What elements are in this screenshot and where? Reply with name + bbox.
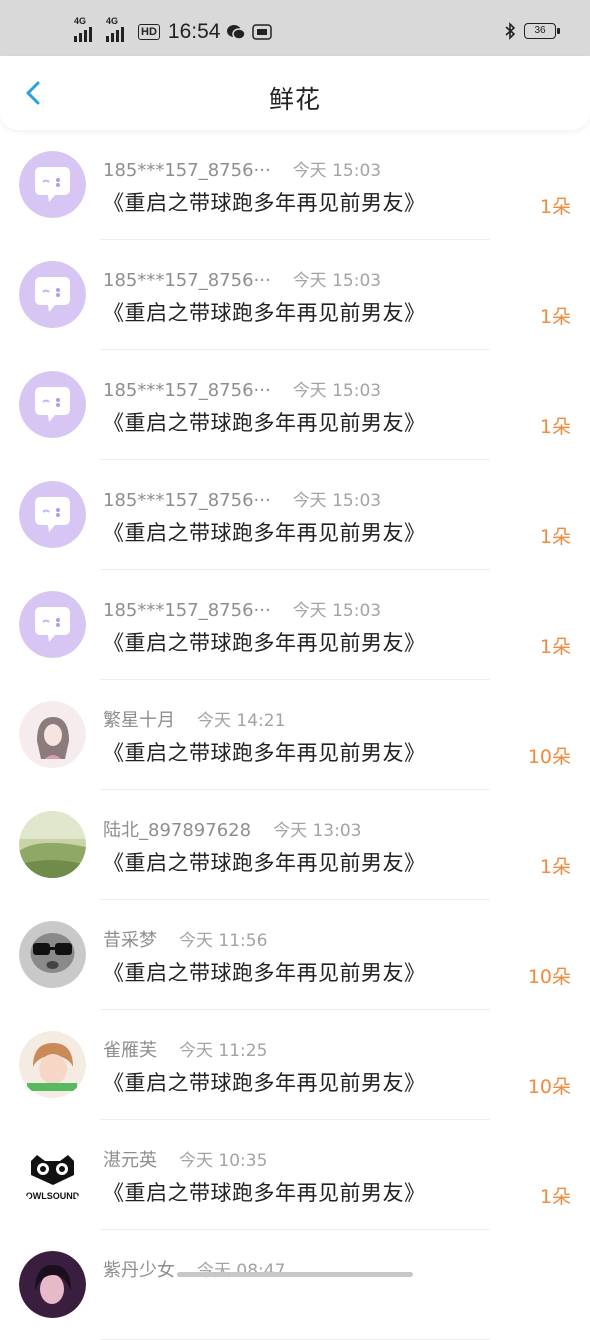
username[interactable]: 185***157_8756··· xyxy=(103,380,271,401)
user-avatar[interactable] xyxy=(19,1031,86,1098)
username[interactable]: 185***157_8756··· xyxy=(103,270,271,291)
default-avatar-icon[interactable] xyxy=(19,371,86,438)
gift-row[interactable]: 185***157_8756··· 今天 15:03 《重启之带球跑多年再见前男友》… xyxy=(0,130,590,240)
gift-row[interactable]: 紫丹少女 今天 08:47 xyxy=(0,1230,590,1340)
flower-count: 1朵 xyxy=(539,856,571,878)
gift-row[interactable]: 185***157_8756··· 今天 15:03 《重启之带球跑多年再见前男友》… xyxy=(0,350,590,460)
battery-icon: 36 xyxy=(524,23,560,39)
username[interactable]: 昔采梦 xyxy=(103,930,157,951)
header-bar: 鲜花 xyxy=(0,56,590,130)
flower-count: 10朵 xyxy=(527,1076,571,1098)
username[interactable]: 雀雁芙 xyxy=(103,1040,157,1061)
username[interactable]: 湛元英 xyxy=(103,1150,157,1171)
home-indicator[interactable] xyxy=(177,1272,413,1277)
username[interactable]: 185***157_8756··· xyxy=(103,490,271,511)
hd-voice-icon: HD xyxy=(138,24,160,40)
status-bar: 4G 4G HD 16:54 36 xyxy=(0,0,590,62)
user-avatar[interactable] xyxy=(19,1251,86,1318)
flower-count: 10朵 xyxy=(527,966,571,988)
user-avatar[interactable] xyxy=(19,701,86,768)
gift-meta: 湛元英 今天 10:35 xyxy=(103,1146,267,1172)
gift-time: 今天 11:25 xyxy=(179,1041,268,1061)
network-type-1: 4G xyxy=(74,16,87,26)
bluetooth-icon xyxy=(505,22,516,40)
default-avatar-icon[interactable] xyxy=(19,591,86,658)
gift-meta: 繁星十月 今天 14:21 xyxy=(103,706,285,732)
gift-row[interactable]: 繁星十月 今天 14:21 《重启之带球跑多年再见前男友》 10朵 xyxy=(0,680,590,790)
username[interactable]: 185***157_8756··· xyxy=(103,160,271,181)
flower-count: 1朵 xyxy=(539,416,571,438)
book-title: 《重启之带球跑多年再见前男友》 xyxy=(103,1071,426,1095)
gift-meta: 185***157_8756··· 今天 15:03 xyxy=(103,596,381,621)
username[interactable]: 陆北_897897628 xyxy=(103,820,251,841)
default-avatar-icon[interactable] xyxy=(19,481,86,548)
flower-count: 10朵 xyxy=(527,746,571,768)
gift-row[interactable]: 185***157_8756··· 今天 15:03 《重启之带球跑多年再见前男友》… xyxy=(0,570,590,680)
gift-time: 今天 15:03 xyxy=(292,271,382,291)
gift-meta: 紫丹少女 今天 08:47 xyxy=(103,1256,285,1282)
gift-row[interactable]: OWLSOUND 湛元英 今天 10:35 《重启之带球跑多年再见前男友》 1朵 xyxy=(0,1120,590,1230)
gift-meta: 昔采梦 今天 11:56 xyxy=(103,926,267,952)
user-avatar[interactable] xyxy=(19,921,86,988)
gift-time: 今天 15:03 xyxy=(292,161,382,181)
book-title: 《重启之带球跑多年再见前男友》 xyxy=(103,631,426,655)
book-title: 《重启之带球跑多年再见前男友》 xyxy=(103,191,426,215)
username[interactable]: 紫丹少女 xyxy=(103,1260,175,1281)
gift-meta: 185***157_8756··· 今天 15:03 xyxy=(103,266,381,291)
gift-time: 今天 15:03 xyxy=(292,381,382,401)
flower-count: 1朵 xyxy=(539,196,571,218)
network-type-2: 4G xyxy=(106,16,119,26)
gift-time: 今天 13:03 xyxy=(273,821,362,841)
iqiyi-icon xyxy=(252,24,273,40)
gift-row[interactable]: 185***157_8756··· 今天 15:03 《重启之带球跑多年再见前男友》… xyxy=(0,240,590,350)
gift-row[interactable]: 雀雁芙 今天 11:25 《重启之带球跑多年再见前男友》 10朵 xyxy=(0,1010,590,1120)
gift-meta: 陆北_897897628 今天 13:03 xyxy=(103,816,361,842)
flower-gift-list: 185***157_8756··· 今天 15:03 《重启之带球跑多年再见前男友》… xyxy=(0,130,590,1340)
gift-row[interactable]: 185***157_8756··· 今天 15:03 《重启之带球跑多年再见前男友》… xyxy=(0,460,590,570)
gift-time: 今天 10:35 xyxy=(179,1151,268,1171)
default-avatar-icon[interactable] xyxy=(19,151,86,218)
book-title: 《重启之带球跑多年再见前男友》 xyxy=(103,411,426,435)
status-left: 4G 4G HD 16:54 xyxy=(74,16,273,46)
book-title: 《重启之带球跑多年再见前男友》 xyxy=(103,741,426,765)
gift-row[interactable]: 昔采梦 今天 11:56 《重启之带球跑多年再见前男友》 10朵 xyxy=(0,900,590,1010)
signal-icon-1: 4G xyxy=(74,16,100,42)
user-avatar[interactable]: OWLSOUND xyxy=(19,1141,86,1208)
username[interactable]: 185***157_8756··· xyxy=(103,600,271,621)
book-title: 《重启之带球跑多年再见前男友》 xyxy=(103,851,426,875)
book-title: 《重启之带球跑多年再见前男友》 xyxy=(103,301,426,325)
gift-time: 今天 11:56 xyxy=(179,931,268,951)
avatar-logo-text: OWLSOUND xyxy=(26,1191,80,1201)
gift-meta: 185***157_8756··· 今天 15:03 xyxy=(103,486,381,511)
flower-count: 1朵 xyxy=(539,636,571,658)
clock: 16:54 xyxy=(167,20,221,43)
gift-row[interactable]: 陆北_897897628 今天 13:03 《重启之带球跑多年再见前男友》 1朵 xyxy=(0,790,590,900)
gift-meta: 雀雁芙 今天 11:25 xyxy=(103,1036,267,1062)
flower-count: 1朵 xyxy=(539,526,571,548)
gift-time: 今天 15:03 xyxy=(292,491,382,511)
default-avatar-icon[interactable] xyxy=(19,261,86,328)
gift-meta: 185***157_8756··· 今天 15:03 xyxy=(103,376,381,401)
book-title: 《重启之带球跑多年再见前男友》 xyxy=(103,521,426,545)
signal-icon-2: 4G xyxy=(106,16,132,42)
username[interactable]: 繁星十月 xyxy=(103,710,175,731)
wechat-icon xyxy=(227,25,247,40)
flower-count: 1朵 xyxy=(539,1186,571,1208)
status-right: 36 xyxy=(504,22,560,40)
book-title: 《重启之带球跑多年再见前男友》 xyxy=(103,961,426,985)
user-avatar[interactable] xyxy=(19,811,86,878)
gift-time: 今天 15:03 xyxy=(292,601,382,621)
gift-meta: 185***157_8756··· 今天 15:03 xyxy=(103,156,381,181)
gift-time: 今天 08:47 xyxy=(197,1261,286,1281)
gift-time: 今天 14:21 xyxy=(197,711,286,731)
flower-count: 1朵 xyxy=(539,306,571,328)
page-title: 鲜花 xyxy=(268,85,321,114)
book-title: 《重启之带球跑多年再见前男友》 xyxy=(103,1181,426,1205)
